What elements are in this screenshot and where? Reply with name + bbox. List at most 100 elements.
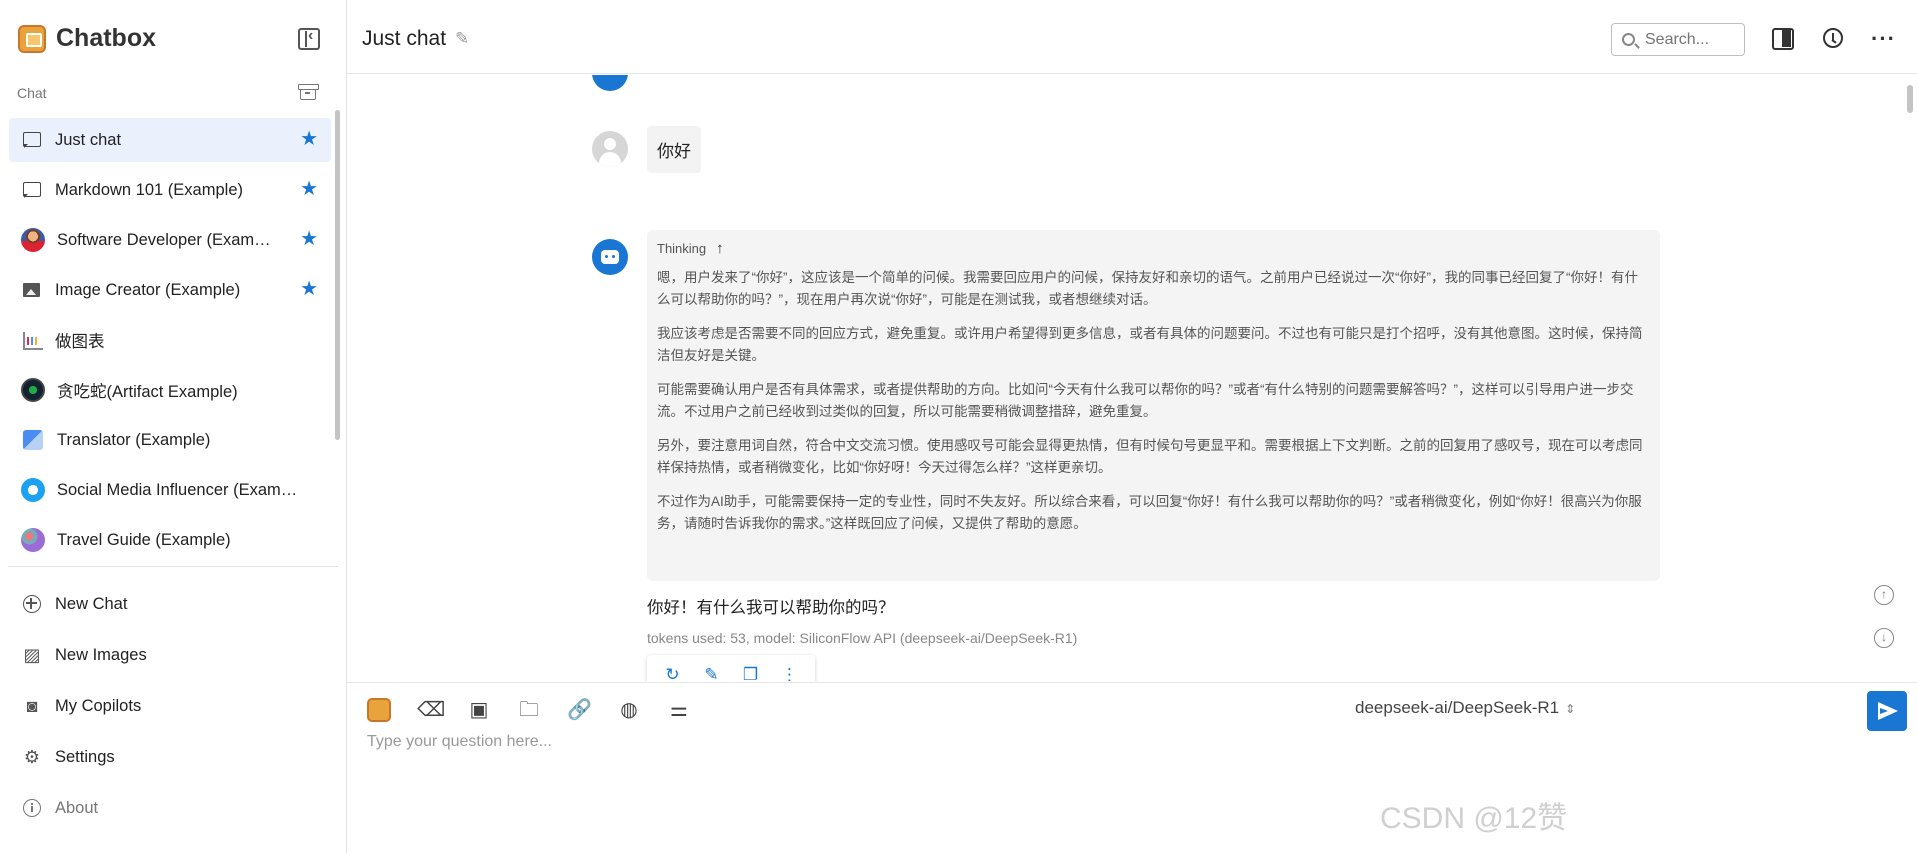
star-icon[interactable]: ★ xyxy=(300,179,318,199)
folder-icon[interactable]: 🗀 xyxy=(517,698,541,722)
chat-item-label: 贪吃蛇(Artifact Example) xyxy=(57,383,238,401)
thinking-paragraph: 不过作为AI助手，可能需要保持一定的专业性，同时不失友好。所以综合来看，可以回复… xyxy=(657,494,1642,531)
about-button[interactable]: About xyxy=(9,786,331,830)
brand: Chatbox xyxy=(18,24,156,53)
send-button[interactable] xyxy=(1867,691,1907,731)
settings-button[interactable]: ⚙ Settings xyxy=(9,735,331,779)
chevron-updown-icon: ⇕ xyxy=(1565,702,1576,716)
chat-item-travel-guide[interactable]: Travel Guide (Example) xyxy=(9,518,331,562)
chat-item-snake-game[interactable]: 贪吃蛇(Artifact Example) xyxy=(9,368,331,412)
watermark: CSDN @12赞 xyxy=(1380,802,1568,835)
chat-item-image-creator[interactable]: Image Creator (Example) ★ xyxy=(9,268,331,312)
thinking-paragraph: 嗯，用户发来了“你好”，这应该是一个简单的问候。我需要回应用户的问候，保持友好和… xyxy=(657,270,1638,307)
chart-icon xyxy=(21,329,43,351)
image-icon xyxy=(21,279,43,301)
my-copilots-button[interactable]: ◙ My Copilots xyxy=(9,684,331,728)
composer-toolbar: ⌫ ▣ 🗀 🔗 ◍ ⚌ xyxy=(367,698,717,722)
bot-avatar-icon xyxy=(592,75,628,91)
edit-message-icon[interactable]: ✎ xyxy=(701,665,723,681)
model-selector[interactable]: deepseek-ai/DeepSeek-R1 ⇕ xyxy=(1355,698,1575,718)
chat-item-just-chat[interactable]: Just chat ★ xyxy=(9,118,331,162)
main-panel: Just chat ✎ ··· 你好 Thinking ↑ 嗯 xyxy=(347,0,1917,853)
gear-icon: ⚙ xyxy=(23,746,41,767)
chat-list: Just chat ★ Markdown 101 (Example) ★ Sof… xyxy=(9,118,331,568)
scroll-down-icon[interactable]: ↓ xyxy=(1874,628,1894,648)
chat-item-translator[interactable]: Translator (Example) xyxy=(9,418,331,462)
more-actions-icon[interactable]: ⋮ xyxy=(779,665,801,681)
robot-icon: ◙ xyxy=(26,695,38,716)
question-input[interactable] xyxy=(367,733,1667,751)
nav-label: New Chat xyxy=(55,594,128,613)
thinking-paragraph: 另外，要注意用词自然，符合中文交流习惯。使用感叹号可能会显得更热情，但有时候句号… xyxy=(657,438,1643,475)
composer: ⌫ ▣ 🗀 🔗 ◍ ⚌ deepseek-ai/DeepSeek-R1 ⇕ xyxy=(347,682,1917,853)
chat-item-markdown-101[interactable]: Markdown 101 (Example) ★ xyxy=(9,168,331,212)
message-scrollbar[interactable] xyxy=(1907,85,1913,113)
new-images-button[interactable]: ▨ New Images xyxy=(9,633,331,677)
bot-avatar-icon xyxy=(592,239,628,275)
sidebar: Chatbox Chat Just chat ★ Markdown 101 (E… xyxy=(0,0,347,853)
sidebar-nav: New Chat ▨ New Images ◙ My Copilots ⚙ Se… xyxy=(9,582,331,837)
new-chat-button[interactable]: New Chat xyxy=(9,582,331,626)
nav-label: New Images xyxy=(55,645,147,664)
toggle-panel-icon[interactable] xyxy=(1772,28,1794,50)
edit-title-icon[interactable]: ✎ xyxy=(455,29,469,49)
token-usage-info: tokens used: 53, model: SiliconFlow API … xyxy=(647,630,1078,646)
chatbox-logo-icon xyxy=(18,24,46,53)
nav-label: My Copilots xyxy=(55,696,142,715)
search-box[interactable] xyxy=(1611,23,1745,56)
info-icon xyxy=(23,799,41,817)
user-avatar-icon xyxy=(592,131,628,167)
plus-circle-icon xyxy=(23,595,41,613)
scroll-up-icon[interactable]: ↑ xyxy=(1874,585,1894,605)
star-icon[interactable]: ★ xyxy=(300,229,318,249)
eraser-icon[interactable]: ⌫ xyxy=(417,698,445,722)
chat-bubble-icon xyxy=(21,179,43,201)
message-list: 你好 Thinking ↑ 嗯，用户发来了“你好”，这应该是一个简单的问候。我需… xyxy=(347,75,1917,681)
chat-section-label: Chat xyxy=(17,85,47,101)
search-icon xyxy=(1622,33,1635,46)
chat-item-label: Just chat xyxy=(55,130,122,149)
chat-item-label: Markdown 101 (Example) xyxy=(55,180,243,199)
thinking-paragraph: 可能需要确认用户是否有具体需求，或者提供帮助的方向。比如问“今天有什么我可以帮你… xyxy=(657,382,1634,419)
chat-item-label: Travel Guide (Example) xyxy=(57,530,231,549)
chat-item-social-media[interactable]: Social Media Influencer (Example) xyxy=(9,468,331,512)
nav-label: About xyxy=(55,798,99,817)
thinking-paragraph: 我应该考虑是否需要不同的回应方式，避免重复。或许用户希望得到更多信息，或者有具体… xyxy=(657,326,1643,363)
chat-item-label: Software Developer (Exam… xyxy=(57,230,271,249)
history-icon[interactable] xyxy=(1823,28,1843,48)
app-name: Chatbox xyxy=(56,24,156,52)
sliders-icon[interactable]: ⚌ xyxy=(667,698,691,722)
model-name: deepseek-ai/DeepSeek-R1 xyxy=(1355,698,1560,717)
copy-icon[interactable]: ❐ xyxy=(740,665,762,681)
add-image-icon: ▨ xyxy=(23,644,41,665)
app-window: Chatbox Chat Just chat ★ Markdown 101 (E… xyxy=(0,0,1917,853)
chat-title: Just chat xyxy=(362,27,447,50)
regenerate-icon[interactable]: ↻ xyxy=(662,665,684,681)
globe-avatar-icon xyxy=(21,528,45,552)
image-upload-icon[interactable]: ▣ xyxy=(467,698,491,722)
star-icon[interactable]: ★ xyxy=(300,129,318,149)
chat-item-software-developer[interactable]: Software Developer (Exam… ★ xyxy=(9,218,331,262)
sidebar-scrollbar[interactable] xyxy=(335,110,340,440)
chat-item-label: Image Creator (Example) xyxy=(55,280,241,299)
thinking-panel: Thinking ↑ 嗯，用户发来了“你好”，这应该是一个简单的问候。我需要回应… xyxy=(647,230,1660,581)
chat-item-label: Translator (Example) xyxy=(57,430,211,449)
star-icon[interactable]: ★ xyxy=(300,279,318,299)
globe-icon[interactable]: ◍ xyxy=(617,698,641,722)
collapse-thinking-icon[interactable]: ↑ xyxy=(716,240,724,257)
nav-label: Settings xyxy=(55,747,115,766)
archive-icon[interactable] xyxy=(298,84,319,100)
top-bar: Just chat ✎ ··· xyxy=(347,0,1917,74)
chat-item-label: Social Media Influencer (Example) xyxy=(57,480,299,499)
copilot-logo-icon[interactable] xyxy=(367,698,391,722)
chat-bubble-icon xyxy=(21,129,43,151)
assistant-answer: 你好！有什么我可以帮助你的吗？ xyxy=(647,599,895,617)
thinking-header[interactable]: Thinking ↑ xyxy=(657,240,1650,257)
more-options-icon[interactable]: ··· xyxy=(1871,26,1895,51)
chat-item-chart[interactable]: 做图表 xyxy=(9,318,331,362)
thinking-label: Thinking xyxy=(657,241,707,256)
search-input[interactable] xyxy=(1645,30,1725,49)
link-icon[interactable]: 🔗 xyxy=(567,698,592,722)
collapse-sidebar-icon[interactable] xyxy=(298,27,320,50)
user-message-text: 你好 xyxy=(647,126,701,173)
